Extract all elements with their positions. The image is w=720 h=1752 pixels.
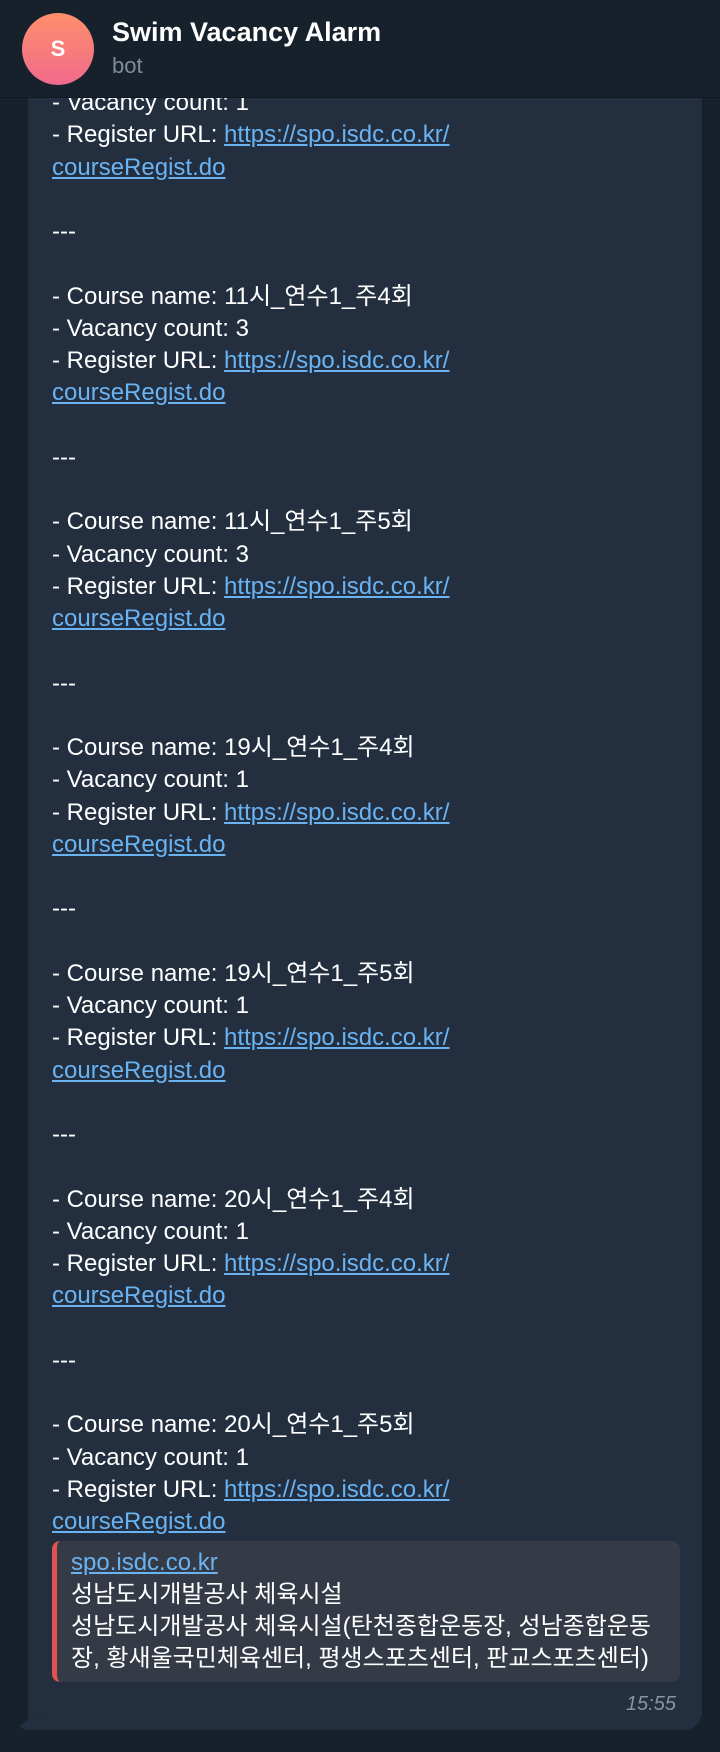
register-label: - Register URL: [52, 1475, 225, 1503]
course-name-line: - Course name: 11시_연수1_주5회 [52, 508, 413, 536]
register-label: - Register URL: [52, 1250, 225, 1277]
vacancy-line: - Vacancy count: 1 [52, 766, 249, 794]
course-name-line: - Course name: 20시_연수1_주5회 [52, 1411, 415, 1439]
register-label: - Register URL: [52, 347, 225, 374]
register-line: - Register URL: https://spo.isdc.co.kr/ [52, 1022, 672, 1054]
register-label: - Register URL: [52, 572, 225, 600]
course-name-line: - Course name: 20시_연수1_주4회 [52, 1185, 415, 1213]
register-link[interactable]: https://spo.isdc.co.kr/ [224, 573, 449, 600]
separator: --- [52, 443, 76, 471]
vacancy-line: - Vacancy count: 3 [52, 314, 249, 342]
register-link-cont-line: courseRegist.do [52, 152, 672, 184]
preview-description: 장, 황새울국민체육센터, 평생스포츠센터, 판교스포츠센터) [71, 1645, 649, 1672]
register-line: - Register URL: https://spo.isdc.co.kr/ [52, 797, 672, 829]
separator: --- [52, 1121, 76, 1148]
chat-title-block[interactable]: Swim Vacancy Alarm bot [112, 15, 381, 83]
register-link[interactable]: courseRegist.do [52, 1282, 225, 1309]
register-link[interactable]: courseRegist.do [52, 379, 225, 406]
register-link[interactable]: https://spo.isdc.co.kr/ [224, 799, 449, 826]
avatar[interactable]: S [22, 12, 94, 85]
register-link[interactable]: https://spo.isdc.co.kr/ [224, 1024, 449, 1051]
vacancy-line: - Vacancy count: 1 [52, 1217, 249, 1245]
register-line: - Register URL: https://spo.isdc.co.kr/ [52, 345, 672, 377]
link-preview[interactable]: spo.isdc.co.kr 성남도시개발공사 체육시설 성남도시개발공사 체육… [52, 1541, 680, 1682]
course-name-line: - Course name: 19시_연수1_주4회 [52, 734, 415, 761]
register-link-cont-line: courseRegist.do [52, 1055, 672, 1087]
register-link[interactable]: https://spo.isdc.co.kr/ [224, 1250, 449, 1277]
register-link[interactable]: https://spo.isdc.co.kr/ [224, 121, 449, 148]
register-link-cont-line: courseRegist.do [52, 603, 672, 635]
register-link-cont-line: courseRegist.do [52, 1280, 672, 1312]
message-text: - Vacancy count: 1 - Register URL: https… [52, 87, 672, 1538]
preview-site-link[interactable]: spo.isdc.co.kr [71, 1547, 670, 1579]
separator: --- [52, 895, 76, 923]
separator: --- [52, 1346, 76, 1374]
register-link[interactable]: courseRegist.do [52, 154, 225, 181]
chat-header[interactable]: S Swim Vacancy Alarm bot [0, 0, 720, 98]
register-label: - Register URL: [52, 1024, 225, 1052]
register-link[interactable]: https://spo.isdc.co.kr/ [224, 347, 449, 374]
vacancy-line: - Vacancy count: 1 [52, 992, 249, 1019]
register-label: - Register URL: [52, 121, 225, 149]
course-name-line: - Course name: 11시_연수1_주4회 [52, 282, 413, 310]
register-line: - Register URL: https://spo.isdc.co.kr/ [52, 571, 672, 603]
register-link[interactable]: courseRegist.do [52, 1508, 225, 1535]
register-label: - Register URL: [52, 798, 225, 826]
register-link-cont-line: courseRegist.do [52, 377, 672, 409]
separator: --- [52, 218, 76, 245]
separator: --- [52, 669, 76, 697]
register-link[interactable]: courseRegist.do [52, 605, 225, 632]
vacancy-line: - Vacancy count: 1 [52, 1443, 249, 1471]
chat-subtitle: bot [112, 52, 143, 78]
message-time: 15:55 [625, 1693, 676, 1715]
vacancy-line: - Vacancy count: 3 [52, 540, 249, 568]
register-line: - Register URL: https://spo.isdc.co.kr/ [52, 1248, 672, 1280]
register-link-cont-line: courseRegist.do [52, 1506, 672, 1538]
preview-description: 성남도시개발공사 체육시설(탄천종합운동장, 성남종합운동 [71, 1613, 651, 1640]
avatar-letter: S [50, 35, 66, 61]
preview-title: 성남도시개발공사 체육시설 [71, 1581, 343, 1608]
register-link[interactable]: https://spo.isdc.co.kr/ [224, 1476, 449, 1503]
register-link-cont-line: courseRegist.do [52, 829, 672, 861]
course-name-line: - Course name: 19시_연수1_주5회 [52, 959, 415, 987]
register-line: - Register URL: https://spo.isdc.co.kr/ [52, 1474, 672, 1506]
register-line: - Register URL: https://spo.isdc.co.kr/ [52, 119, 672, 151]
register-link[interactable]: courseRegist.do [52, 1057, 225, 1084]
register-link[interactable]: courseRegist.do [52, 831, 225, 858]
chat-title: Swim Vacancy Alarm [112, 16, 382, 47]
